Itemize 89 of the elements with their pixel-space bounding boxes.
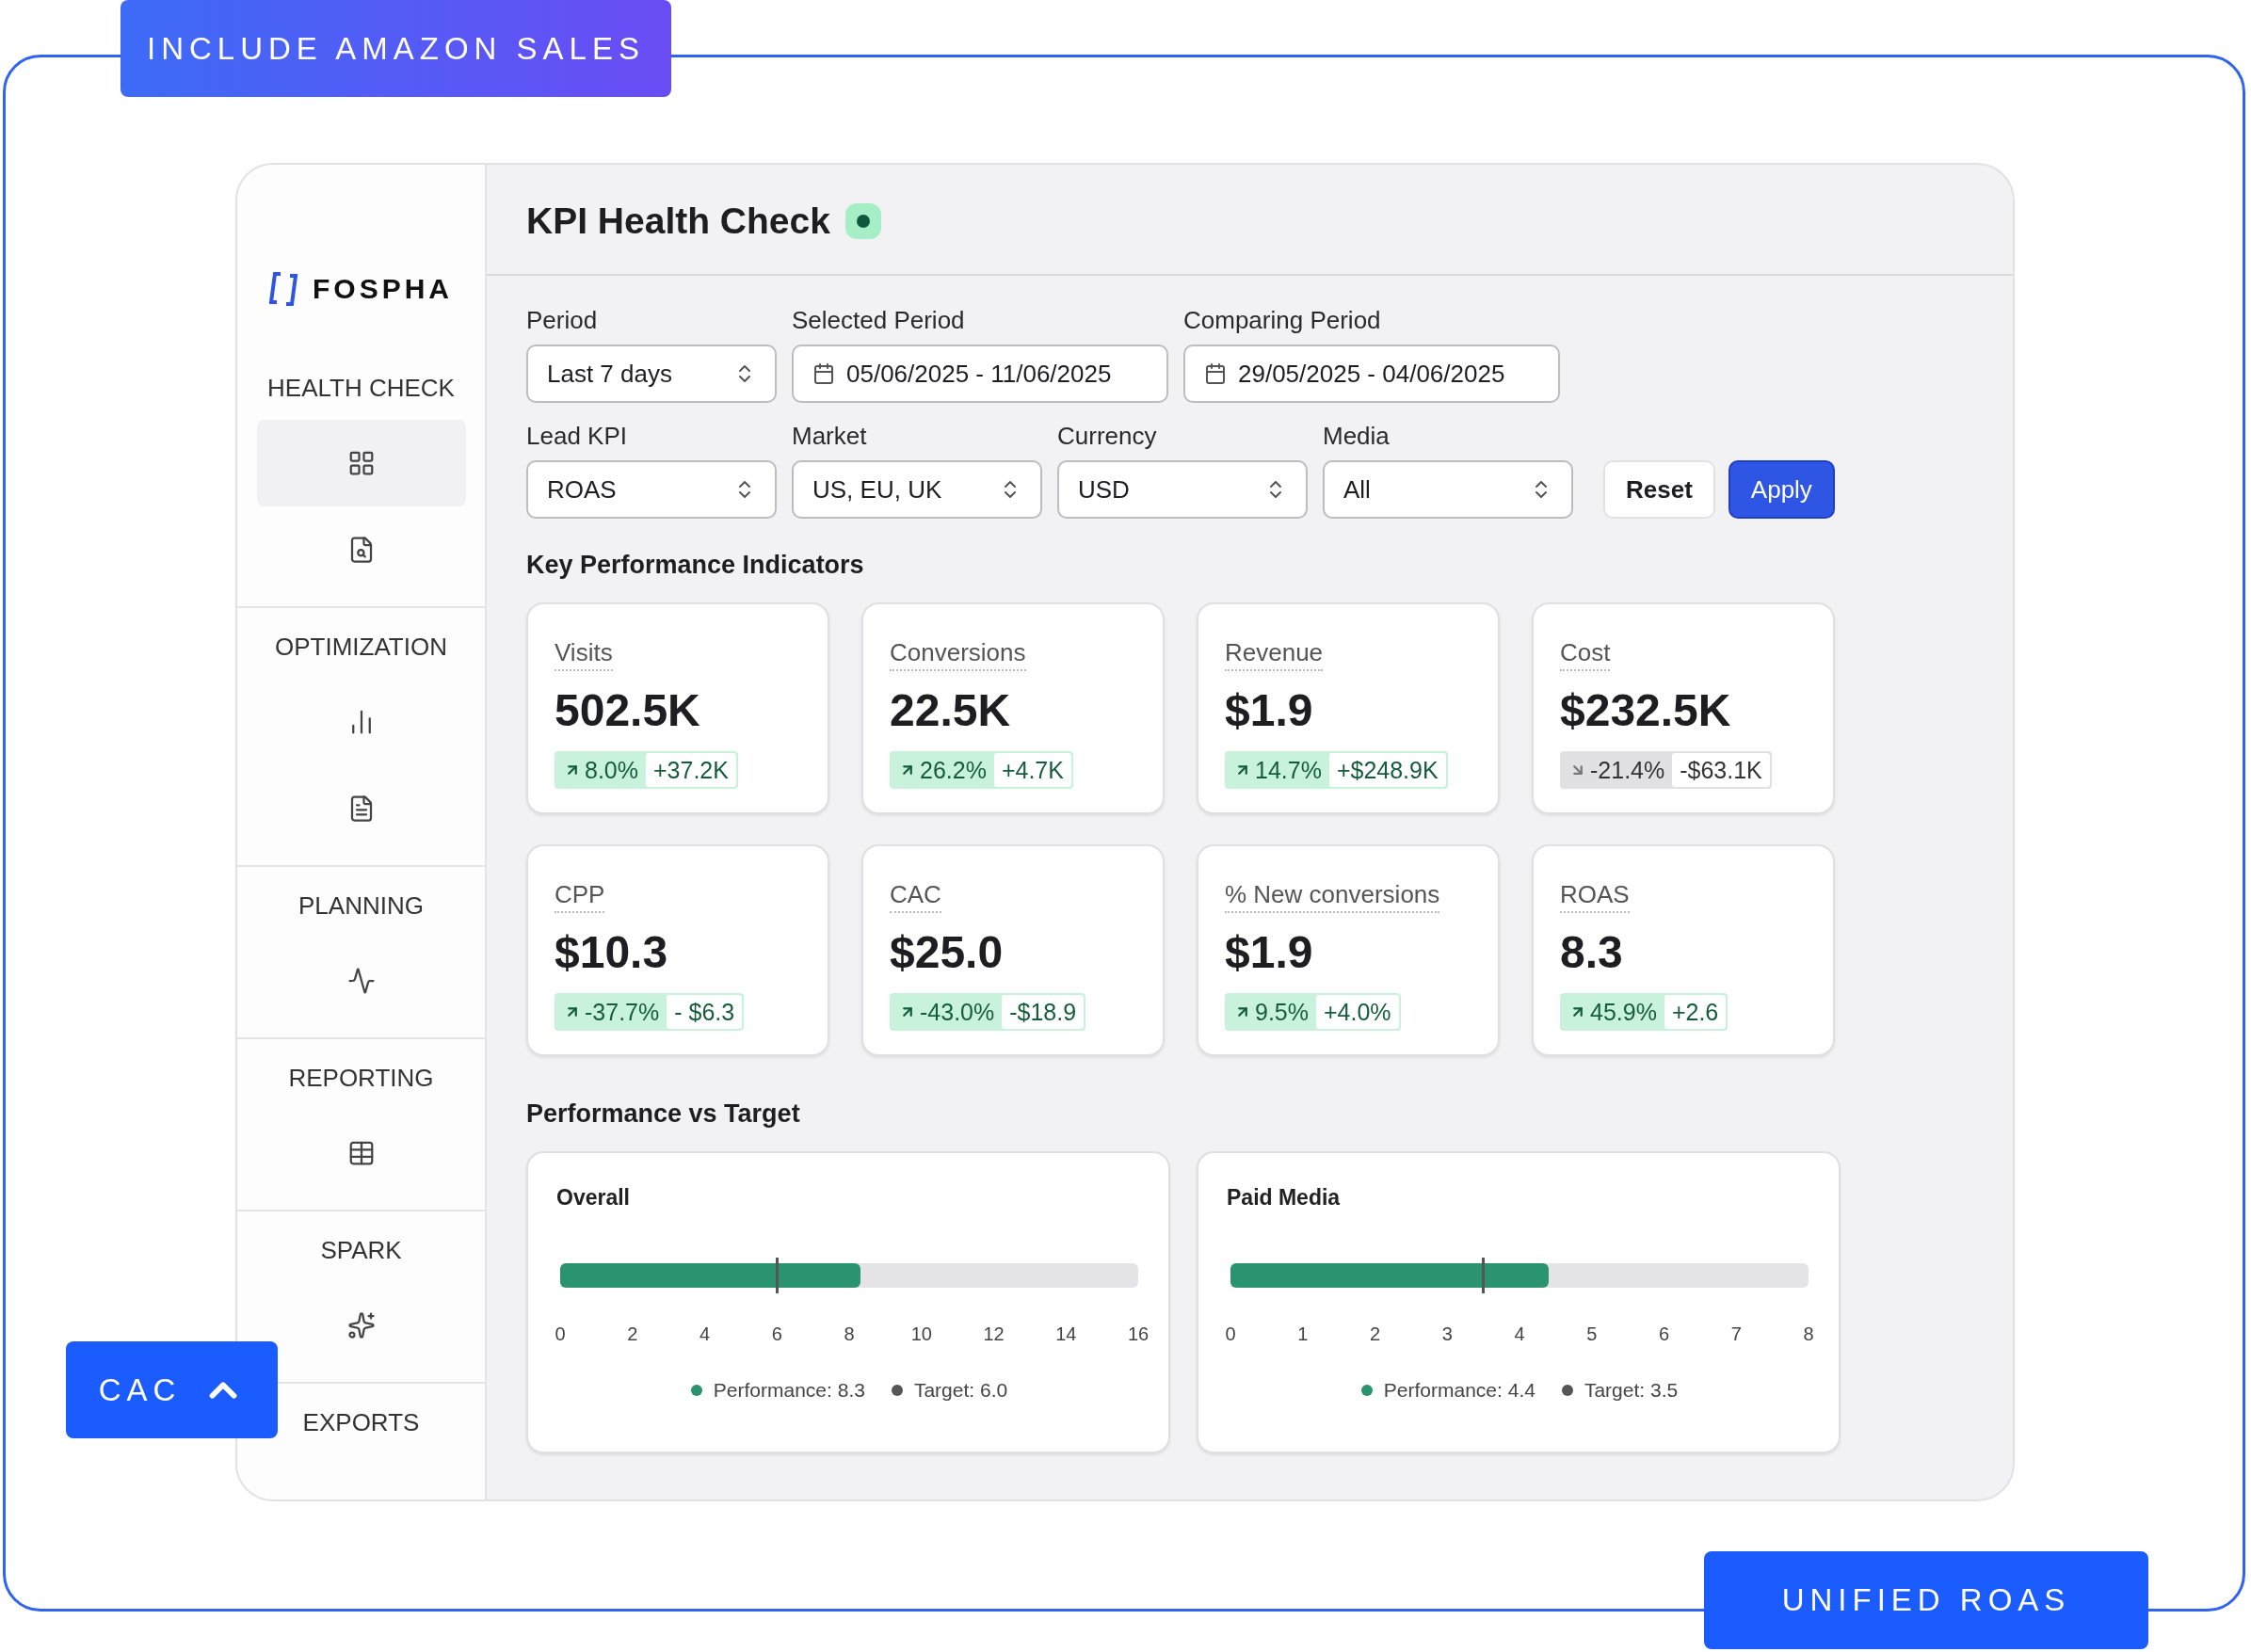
kpi-label: CPP [555, 880, 605, 913]
legend-item: Target: 3.5 [1561, 1379, 1679, 1402]
kpi-value: 8.3 [1560, 926, 1623, 978]
kpi-value: $10.3 [555, 926, 668, 978]
percent-change: 8.0% [556, 753, 646, 787]
field-label: Market [792, 422, 868, 451]
percent-change: -43.0% [892, 995, 1003, 1029]
percent-change: 14.7% [1227, 753, 1329, 787]
kpi-value: $1.9 [1225, 684, 1313, 736]
legend-item: Performance: 8.3 [690, 1379, 865, 1402]
legend-item: Target: 6.0 [891, 1379, 1008, 1402]
absolute-change: +2.6 [1664, 995, 1727, 1029]
sidebar-section-label: SPARK [320, 1236, 402, 1265]
calendar-icon [812, 362, 835, 385]
select-field[interactable]: USD [1057, 460, 1308, 519]
axis-tick-label: 3 [1441, 1323, 1453, 1345]
select-field[interactable]: Last 7 days [526, 345, 777, 403]
kpi-label: CAC [890, 880, 941, 913]
axis-tick-label: 14 [1055, 1323, 1077, 1345]
field-label: Period [526, 306, 599, 335]
field-label: Media [1323, 422, 1391, 451]
absolute-change: +4.7K [993, 753, 1071, 787]
field-label: Selected Period [792, 306, 966, 335]
kpi-label: ROAS [1560, 880, 1630, 913]
select-field[interactable]: US, EU, UK [792, 460, 1042, 519]
kpi-label: Revenue [1225, 638, 1324, 671]
axis-tick-label: 0 [1225, 1323, 1236, 1345]
axis-tick-label: 6 [1658, 1323, 1670, 1345]
axis-tick-label: 8 [844, 1323, 855, 1345]
kpi-label: Conversions [890, 638, 1026, 671]
kpi-label: % New conversions [1225, 880, 1440, 913]
logo-text: FOSPHA [313, 273, 453, 305]
axis-tick-label: 4 [699, 1323, 711, 1345]
nav-icon [346, 1311, 376, 1339]
reset-button[interactable]: Reset [1603, 460, 1715, 519]
axis-tick-label: 1 [1297, 1323, 1309, 1345]
sidebar-section-label: REPORTING [288, 1064, 434, 1093]
percent-change: -37.7% [556, 995, 667, 1029]
kpi-value: $25.0 [890, 926, 1004, 978]
kpi-label: Cost [1560, 638, 1611, 671]
axis-tick-label: 2 [627, 1323, 638, 1345]
section-title: Key Performance Indicators [526, 551, 865, 580]
unified-roas-banner: UNIFIED ROAS [1704, 1551, 2148, 1649]
axis-tick-label: 16 [1127, 1323, 1150, 1345]
section-title: Performance vs Target [526, 1099, 801, 1129]
include-amazon-sales-banner: INCLUDE AMAZON SALES [121, 0, 671, 97]
percent-change: 26.2% [892, 753, 994, 787]
absolute-change: +37.2K [646, 753, 736, 787]
select-field[interactable]: ROAS [526, 460, 777, 519]
nav-icon [346, 967, 376, 995]
select-field[interactable]: All [1323, 460, 1573, 519]
axis-tick-label: 0 [555, 1323, 566, 1345]
absolute-change: - $6.3 [667, 995, 743, 1029]
cac-toggle-button[interactable]: CAC [66, 1341, 278, 1438]
sidebar-section-label: OPTIMIZATION [275, 633, 447, 662]
field-label: Comparing Period [1183, 306, 1382, 335]
axis-tick-label: 7 [1730, 1323, 1742, 1345]
axis-tick-label: 10 [910, 1323, 932, 1345]
field-label: Currency [1057, 422, 1158, 451]
calendar-icon [1204, 362, 1227, 385]
axis-tick-label: 5 [1586, 1323, 1598, 1345]
absolute-change: -$63.1K [1672, 753, 1770, 787]
axis-tick-label: 2 [1369, 1323, 1381, 1345]
sidebar-section-label: EXPORTS [302, 1408, 420, 1437]
percent-change: 9.5% [1227, 995, 1316, 1029]
chart-title: Paid Media [1227, 1185, 1342, 1211]
percent-change: -21.4% [1562, 753, 1673, 787]
kpi-label: Visits [555, 638, 613, 671]
percent-change: 45.9% [1562, 995, 1664, 1029]
kpi-value: $1.9 [1225, 926, 1313, 978]
chart-title: Overall [556, 1185, 631, 1211]
kpi-value: 22.5K [890, 684, 1011, 736]
kpi-value: 502.5K [555, 684, 700, 736]
legend-item: Performance: 4.4 [1360, 1379, 1536, 1402]
sidebar-section-label: PLANNING [298, 891, 424, 921]
kpi-value: $232.5K [1560, 684, 1731, 736]
axis-tick-label: 12 [983, 1323, 1005, 1345]
date-range-field[interactable]: 05/06/2025 - 11/06/2025 [792, 345, 1168, 403]
absolute-change: +$248.9K [1328, 753, 1446, 787]
axis-tick-label: 8 [1803, 1323, 1814, 1345]
axis-tick-label: 4 [1514, 1323, 1525, 1345]
page-title: KPI Health Check [526, 200, 830, 242]
date-range-field[interactable]: 29/05/2025 - 04/06/2025 [1183, 345, 1560, 403]
sidebar-section-label: HEALTH CHECK [267, 374, 455, 403]
field-label: Lead KPI [526, 422, 628, 451]
apply-button[interactable]: Apply [1728, 460, 1835, 519]
axis-tick-label: 6 [771, 1323, 782, 1345]
absolute-change: -$18.9 [1002, 995, 1085, 1029]
absolute-change: +4.0% [1316, 995, 1399, 1029]
